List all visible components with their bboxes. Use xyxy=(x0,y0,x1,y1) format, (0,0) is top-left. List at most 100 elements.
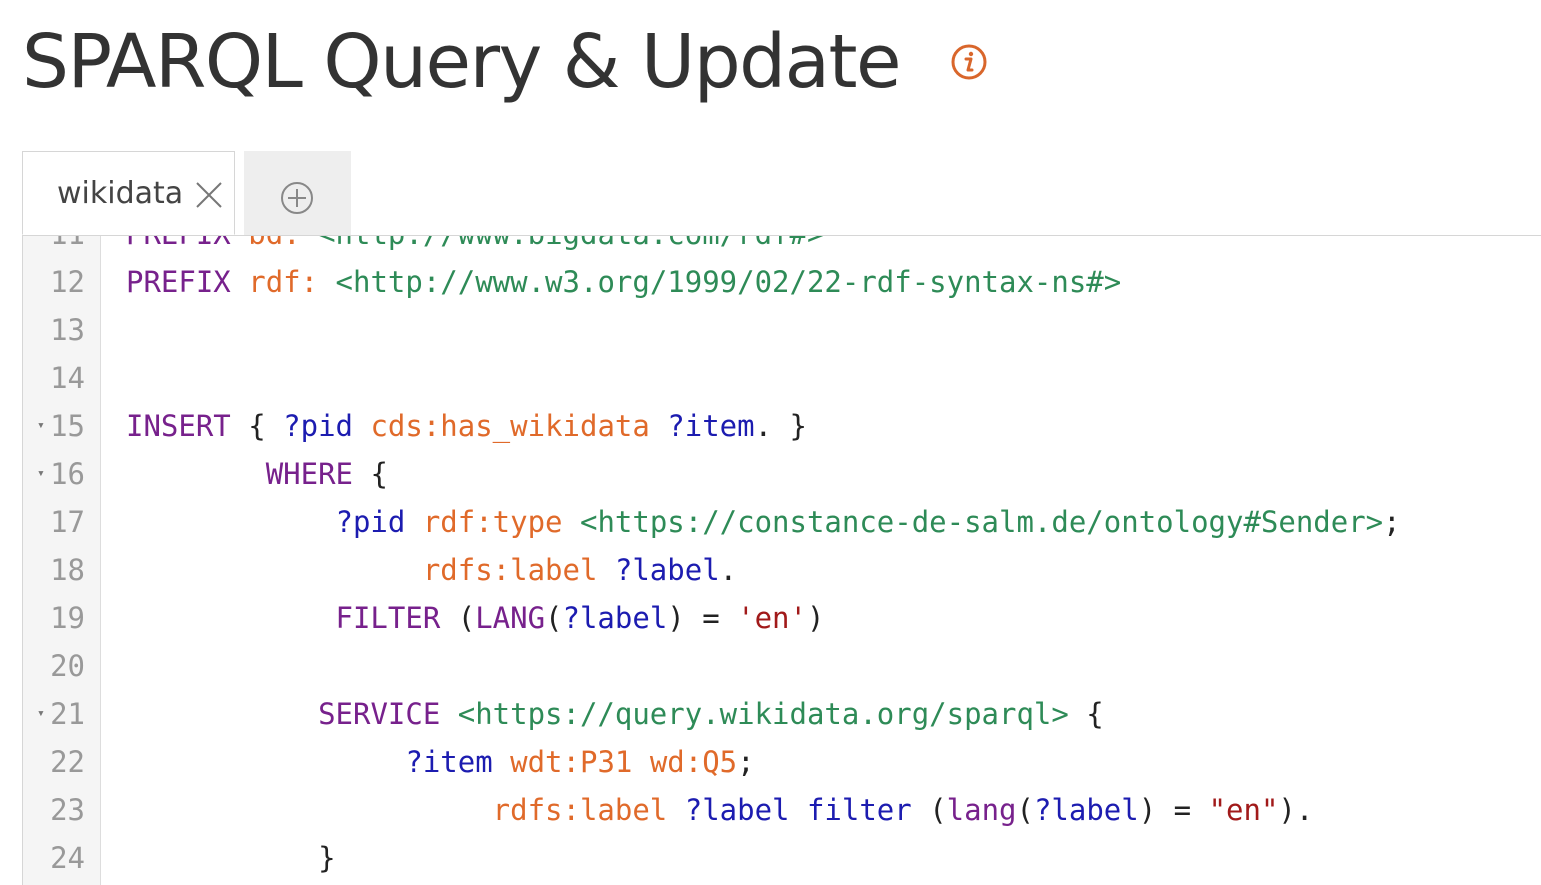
code-token: ) xyxy=(806,601,825,635)
page-title: SPARQL Query & Update xyxy=(22,19,902,105)
code-line[interactable]: 19 FILTER (LANG(?label) = 'en') xyxy=(23,594,1541,642)
code-token: { xyxy=(1068,697,1104,731)
code-token: ( xyxy=(1016,793,1034,827)
code-line[interactable]: 23 rdfs:label ?label filter (lang(?label… xyxy=(23,786,1541,834)
code-token: ?item xyxy=(667,409,755,443)
code-token: ( xyxy=(911,793,947,827)
code-line[interactable]: 14 xyxy=(23,354,1541,402)
close-icon[interactable] xyxy=(194,180,224,210)
line-number: 20 xyxy=(50,649,85,683)
tab-bar: wikidata xyxy=(22,151,1541,236)
code-token: INSERT xyxy=(126,409,231,443)
line-number: 12 xyxy=(50,265,85,299)
code-token: WHERE xyxy=(265,457,353,491)
code-token: bd: xyxy=(248,236,300,251)
code-line[interactable]: 24 } xyxy=(23,834,1541,882)
info-icon[interactable] xyxy=(950,43,988,81)
code-token: ?item xyxy=(405,745,493,779)
code-text: rdfs:label ?label. xyxy=(126,546,737,594)
code-token: wdt:P31 xyxy=(510,745,633,779)
code-text: ?pid rdf:type <https://constance-de-salm… xyxy=(126,498,1401,546)
code-text: rdfs:label ?label filter (lang(?label) =… xyxy=(126,786,1314,834)
code-token: <http://www.w3.org/1999/02/22-rdf-syntax… xyxy=(335,265,1122,299)
code-text: INSERT { ?pid cds:has_wikidata ?item. } xyxy=(126,402,807,450)
code-token: <http://www.bigdata.com/rdf#> xyxy=(318,236,824,251)
code-line[interactable]: ▾ 16 WHERE { xyxy=(23,450,1541,498)
line-number: 13 xyxy=(50,313,85,347)
code-token: <https://constance-de-salm.de/ontology#S… xyxy=(579,505,1384,539)
line-number: 14 xyxy=(50,361,85,395)
plus-circle-icon xyxy=(281,182,313,214)
code-token: <https://query.wikidata.org/sparql> xyxy=(457,697,1069,731)
line-number: 19 xyxy=(50,601,85,635)
code-token: ; xyxy=(737,745,755,779)
line-number: 18 xyxy=(50,553,85,587)
code-editor[interactable]: 11 PREFIX bd: <http://www.bigdata.com/rdf… xyxy=(22,236,1541,885)
line-number: 22 xyxy=(50,745,85,779)
tab-wikidata[interactable]: wikidata xyxy=(22,151,235,235)
code-token: rdf:type xyxy=(422,505,563,539)
code-line[interactable]: ▾ 21 SERVICE <https://query.wikidata.org/… xyxy=(23,690,1541,738)
code-token: cds:has_wikidata xyxy=(370,409,650,443)
code-area[interactable]: 11 PREFIX bd: <http://www.bigdata.com/rdf… xyxy=(23,236,1541,882)
header: SPARQL Query & Update xyxy=(22,12,988,112)
code-token: ( xyxy=(545,601,563,635)
code-token: filter xyxy=(806,793,912,827)
code-text: PREFIX rdf: <http://www.w3.org/1999/02/2… xyxy=(126,258,1121,306)
code-token: rdfs:label xyxy=(422,553,598,587)
code-token: wd:Q5 xyxy=(649,745,738,779)
line-number: 24 xyxy=(50,841,85,875)
code-token: ?label xyxy=(684,793,790,827)
code-line[interactable]: 18 rdfs:label ?label. xyxy=(23,546,1541,594)
code-text: } xyxy=(126,834,335,882)
code-token: ?label xyxy=(614,553,720,587)
code-token: ?label xyxy=(1033,793,1139,827)
code-text: SERVICE <https://query.wikidata.org/spar… xyxy=(126,690,1104,738)
line-number: 15 xyxy=(50,409,85,443)
code-token: { xyxy=(230,409,284,443)
code-line[interactable]: 17 ?pid rdf:type <https://constance-de-s… xyxy=(23,498,1541,546)
code-line[interactable]: 13 xyxy=(23,306,1541,354)
code-token: ; xyxy=(1383,505,1401,539)
code-token: ( xyxy=(440,601,476,635)
code-token: { xyxy=(353,457,388,491)
code-token: PREFIX xyxy=(126,236,231,251)
code-token: . } xyxy=(754,409,807,443)
line-number: 17 xyxy=(50,505,85,539)
code-token: ). xyxy=(1278,793,1314,827)
code-line[interactable]: 12 PREFIX rdf: <http://www.w3.org/1999/02… xyxy=(23,258,1541,306)
line-number: 16 xyxy=(50,457,85,491)
code-token: ?pid xyxy=(283,409,353,443)
code-token: rdf: xyxy=(248,265,319,299)
code-line[interactable]: 22 ?item wdt:P31 wd:Q5; xyxy=(23,738,1541,786)
code-line[interactable]: ▾ 15 INSERT { ?pid cds:has_wikidata ?item.… xyxy=(23,402,1541,450)
tab-label: wikidata xyxy=(57,176,184,211)
code-token: PREFIX xyxy=(126,265,231,299)
add-tab-button[interactable] xyxy=(244,151,351,235)
code-token: ?pid xyxy=(335,505,406,539)
code-token: 'en' xyxy=(737,601,807,635)
code-token: "en" xyxy=(1208,793,1279,827)
code-line[interactable]: 20 xyxy=(23,642,1541,690)
code-line[interactable]: 11 PREFIX bd: <http://www.bigdata.com/rdf… xyxy=(23,236,1541,258)
code-token: ) = xyxy=(1138,793,1209,827)
code-token: SERVICE xyxy=(318,697,441,731)
code-token: . xyxy=(719,553,738,587)
